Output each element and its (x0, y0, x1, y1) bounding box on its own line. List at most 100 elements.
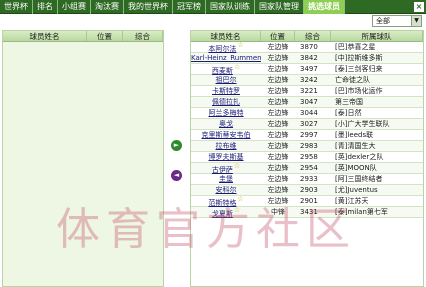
nav-item-my-worldcup[interactable]: 我的世界杯 (124, 0, 173, 14)
player-position: 左边锋 (267, 64, 289, 73)
star-icon: ☆ (237, 40, 244, 49)
player-position: 左边锋 (267, 42, 289, 51)
column-header-score[interactable]: 综合 (295, 31, 331, 41)
chevron-down-icon[interactable]: ▼ (411, 16, 421, 26)
player-name: 佩德拉扎 (212, 97, 240, 106)
player-score: 2983 (300, 141, 318, 150)
player-name: 本阿尔法 (208, 44, 237, 53)
team-filter-value: 全部 (376, 17, 390, 25)
table-row[interactable]: 本阿尔法☆ 左边锋 3870 [巴]恭喜之星 (191, 40, 423, 53)
player-name-link[interactable]: 阿兰多梅特 (191, 108, 261, 119)
player-score: 3047 (300, 97, 318, 106)
nav-item-ranking[interactable]: 排名 (33, 0, 58, 14)
player-team: [墨]leeds联 (335, 130, 374, 139)
nav-item-national-training[interactable]: 国家队训练 (206, 0, 255, 14)
player-name: 阿兰多梅特 (208, 108, 244, 117)
star-icon: ☆ (237, 194, 244, 203)
table-row[interactable]: 卡斯特罗 左边锋 3221 [巴]市场化运作 (191, 86, 423, 97)
column-header-position[interactable]: 位置 (261, 31, 295, 41)
add-player-arrow-icon[interactable]: ► (171, 140, 182, 151)
table-row[interactable]: 古伊萨☆ 左边锋 2954 [英]MOON队 (191, 161, 423, 174)
column-header-position[interactable]: 位置 (87, 31, 123, 41)
selected-players-panel: 球员姓名 位置 综合 (2, 30, 164, 287)
player-name: 克里斯蒂安韦伯 (201, 130, 251, 139)
player-score: 3044 (300, 108, 318, 117)
player-team: [英]dexler之队 (335, 152, 384, 161)
player-score: 3431 (300, 207, 318, 216)
player-name: 古伊萨 (211, 165, 233, 174)
player-position: 左边锋 (267, 130, 289, 139)
remove-player-arrow-icon[interactable]: ◄ (171, 170, 182, 181)
player-position: 左边锋 (267, 75, 289, 84)
player-team: [泰]三剑客归来 (335, 64, 383, 73)
player-name-link[interactable]: 戈夏斯☆ (191, 205, 261, 220)
table-row[interactable]: 阿兰多梅特 左边锋 3044 [泰]日然 (191, 108, 423, 119)
player-name: 西麦斯 (211, 66, 233, 75)
table-row[interactable]: 西麦斯☆ 左边锋 3497 [泰]三剑客归来 (191, 62, 423, 75)
star-icon: ☆ (233, 205, 241, 214)
star-icon: ☆ (233, 62, 241, 71)
table-row[interactable]: 拉布维 左边锋 2983 [青]清国生大 (191, 141, 423, 152)
player-name: 博罗夫斯基 (208, 152, 244, 161)
nav-item-champions[interactable]: 冠军榜 (173, 0, 206, 14)
player-team: [阿]三国终结者 (335, 174, 383, 183)
table-row[interactable]: 奥戈 左边锋 3027 [小]广大学生联队 (191, 119, 423, 130)
player-score: 2901 (300, 196, 318, 205)
player-team: [英]MOON队 (335, 163, 377, 172)
nav-item-select-players[interactable]: 挑选球员 (304, 0, 345, 14)
player-score: 2933 (300, 174, 318, 183)
column-header-score[interactable]: 综合 (123, 31, 163, 41)
column-header-name[interactable]: 球员姓名 (3, 31, 87, 41)
player-score: 3221 (300, 86, 318, 95)
player-name: 戈夏斯 (211, 209, 233, 218)
player-position: 左边锋 (267, 141, 289, 150)
player-team: [巴]市场化运作 (335, 86, 383, 95)
table-row[interactable]: 圭堡 左边锋 2933 [阿]三国终结者 (191, 174, 423, 185)
player-team: [泰]milan第七军 (335, 207, 388, 216)
player-team: [黄]江苏天 (335, 196, 369, 205)
nav-item-worldcup[interactable]: 世界杯 (0, 0, 33, 14)
player-score: 2954 (300, 163, 318, 172)
player-position: 左边锋 (267, 53, 289, 62)
nav-item-national-management[interactable]: 国家队管理 (255, 0, 304, 14)
player-name: 卡斯特罗 (212, 86, 240, 95)
player-name-link[interactable]: 奥戈 (191, 119, 261, 130)
player-team: [巴]恭喜之星 (335, 42, 376, 51)
player-position: 左边锋 (267, 119, 289, 128)
player-name: 安科尔 (215, 185, 237, 194)
player-position: 左边锋 (267, 196, 289, 205)
column-header-team[interactable]: 所属球队 (331, 31, 423, 41)
player-team: [尤]Juventus (335, 185, 378, 194)
player-team: [泰]日然 (335, 108, 362, 117)
table-row[interactable]: 祖巴尔 左边锋 3242 亡命徒之队 (191, 75, 423, 86)
player-team: [小]广大学生联队 (335, 119, 390, 128)
player-position: 左边锋 (267, 108, 289, 117)
close-icon[interactable]: × (414, 2, 424, 12)
player-name-link[interactable]: 克里斯蒂安韦伯 (191, 130, 261, 141)
nav-item-group-stage[interactable]: 小组赛 (58, 0, 91, 14)
player-name-link[interactable]: 拉布维 (191, 141, 261, 152)
player-name-link[interactable]: 佩德拉扎 (191, 97, 261, 108)
player-name-link[interactable]: 祖巴尔 (191, 75, 261, 86)
table-row[interactable]: 佩德拉扎 左边锋 3047 第三帝国 (191, 97, 423, 108)
player-name-link[interactable]: 圭堡 (191, 174, 261, 185)
nav-item-knockout[interactable]: 淘汰赛 (91, 0, 124, 14)
available-players-panel: 球员姓名 位置 综合 所属球队 本阿尔法☆ 左边锋 3870 [巴]恭喜之星 Karl-… (190, 30, 424, 287)
player-score: 2997 (300, 130, 318, 139)
table-row[interactable]: 戈夏斯☆ 中锋 3431 [泰]milan第七军 (191, 205, 423, 220)
player-position: 左边锋 (267, 163, 289, 172)
player-position: 中锋 (271, 207, 285, 216)
player-team: [中]拉斯维多斯 (335, 53, 383, 62)
player-list: 本阿尔法☆左边锋3870[巴]恭喜之星Karl-Heinz_Rummenigge… (191, 40, 423, 220)
player-position: 左边锋 (267, 174, 289, 183)
player-score: 3242 (300, 75, 318, 84)
table-row[interactable]: 克里斯蒂安韦伯 左边锋 2997 [墨]leeds联 (191, 130, 423, 141)
player-score: 2958 (300, 152, 318, 161)
player-name: 祖巴尔 (215, 75, 237, 84)
selected-players-header: 球员姓名 位置 综合 (3, 31, 163, 42)
player-name: Karl-Heinz_Rummenigge (191, 53, 261, 62)
player-position: 左边锋 (267, 152, 289, 161)
star-icon: ☆ (233, 161, 241, 170)
player-name-link[interactable]: 卡斯特罗 (191, 86, 261, 97)
team-filter-select[interactable]: 全部 ▼ (372, 15, 422, 27)
